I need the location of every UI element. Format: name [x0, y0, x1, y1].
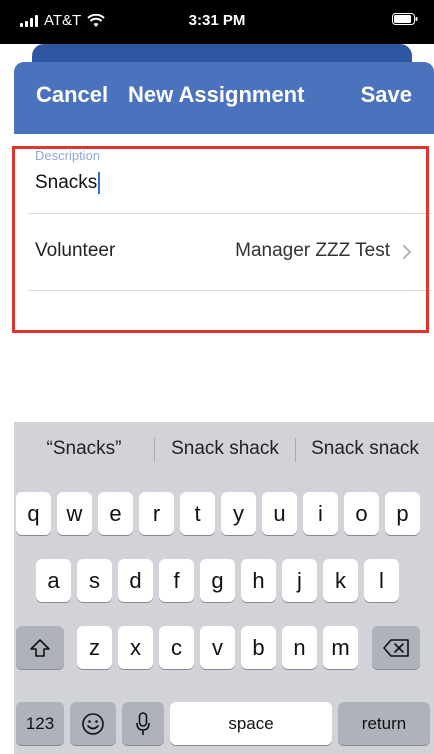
suggestion-bar: “Snacks” Snack shack Snack snack [14, 422, 434, 476]
key-d[interactable]: d [118, 559, 153, 602]
emoji-key[interactable] [70, 702, 116, 745]
key-q[interactable]: q [16, 492, 51, 535]
key-y[interactable]: y [221, 492, 256, 535]
text-caret [98, 172, 101, 194]
nav-bar: Cancel New Assignment Save [14, 62, 434, 134]
delete-key[interactable] [372, 626, 420, 669]
backspace-icon [383, 638, 409, 657]
key-b[interactable]: b [241, 626, 276, 669]
key-w[interactable]: w [57, 492, 92, 535]
key-f[interactable]: f [159, 559, 194, 602]
key-m[interactable]: m [323, 626, 358, 669]
key-z[interactable]: z [77, 626, 112, 669]
shift-key[interactable] [16, 626, 64, 669]
suggestion-item[interactable]: Snack snack [296, 422, 434, 476]
return-key[interactable]: return [338, 702, 430, 745]
key-a[interactable]: a [36, 559, 71, 602]
microphone-icon [136, 711, 150, 735]
key-n[interactable]: n [282, 626, 317, 669]
battery-icon [392, 13, 418, 25]
description-input[interactable]: Snacks [35, 172, 101, 194]
keyboard: “Snacks” Snack shack Snack snack q w e r… [14, 422, 434, 754]
key-e[interactable]: e [98, 492, 133, 535]
key-h[interactable]: h [241, 559, 276, 602]
key-r[interactable]: r [139, 492, 174, 535]
key-t[interactable]: t [180, 492, 215, 535]
key-o[interactable]: o [344, 492, 379, 535]
space-key[interactable]: space [170, 702, 332, 745]
key-s[interactable]: s [77, 559, 112, 602]
page-title: New Assignment [128, 82, 305, 107]
key-p[interactable]: p [385, 492, 420, 535]
key-i[interactable]: i [303, 492, 338, 535]
suggestion-item[interactable]: “Snacks” [14, 422, 154, 476]
divider [28, 290, 432, 291]
cancel-button[interactable]: Cancel [36, 82, 108, 108]
key-u[interactable]: u [262, 492, 297, 535]
assignment-form: Description Snacks Volunteer Manager ZZZ… [14, 134, 434, 336]
numbers-key[interactable]: 123 [16, 702, 64, 745]
suggestion-item[interactable]: Snack shack [155, 422, 295, 476]
description-text: Snacks [35, 172, 98, 193]
key-l[interactable]: l [364, 559, 399, 602]
key-k[interactable]: k [323, 559, 358, 602]
key-j[interactable]: j [282, 559, 317, 602]
chevron-right-icon [403, 245, 411, 259]
volunteer-row[interactable]: Volunteer Manager ZZZ Test [14, 214, 434, 290]
key-c[interactable]: c [159, 626, 194, 669]
key-x[interactable]: x [118, 626, 153, 669]
status-time: 3:31 PM [188, 12, 246, 29]
shift-icon [30, 638, 50, 657]
save-button[interactable]: Save [361, 82, 412, 108]
volunteer-label: Volunteer [35, 240, 116, 261]
key-g[interactable]: g [200, 559, 235, 602]
description-label: Description [35, 148, 101, 163]
emoji-icon [82, 712, 104, 735]
dictation-key[interactable] [122, 702, 164, 745]
status-bar: AT&T 3:31 PM [0, 0, 434, 44]
volunteer-value: Manager ZZZ Test [235, 240, 390, 261]
key-v[interactable]: v [200, 626, 235, 669]
